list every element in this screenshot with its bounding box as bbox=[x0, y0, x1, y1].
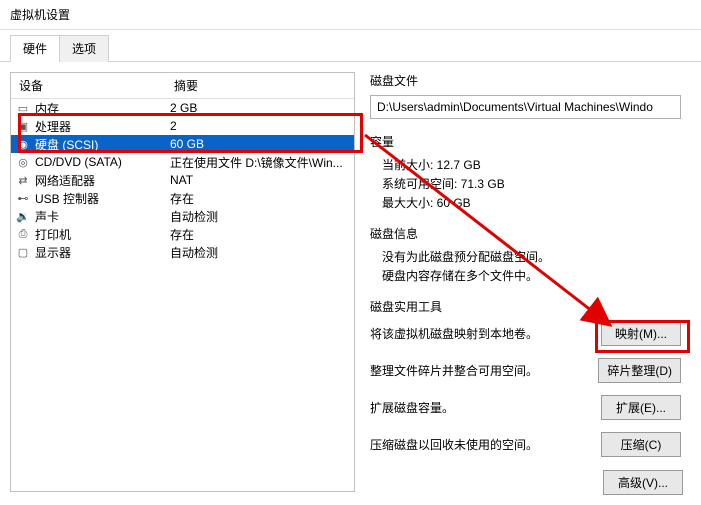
device-row[interactable]: ⎙ 打印机存在 bbox=[11, 225, 354, 243]
device-summary: 存在 bbox=[170, 226, 350, 243]
group-disk-file: 磁盘文件 D:\Users\admin\Documents\Virtual Ma… bbox=[370, 72, 681, 119]
tabs: 硬件 选项 bbox=[0, 30, 701, 62]
device-summary: 自动检测 bbox=[170, 208, 350, 225]
list-header: 设备 摘要 bbox=[11, 73, 354, 99]
defrag-button[interactable]: 碎片整理(D) bbox=[598, 358, 681, 383]
device-name: CD/DVD (SATA) bbox=[35, 155, 170, 169]
capacity-title: 容量 bbox=[370, 133, 681, 150]
window-title: 虚拟机设置 bbox=[0, 0, 701, 30]
cd-icon: ◎ bbox=[15, 156, 31, 169]
device-row[interactable]: ⇄ 网络适配器NAT bbox=[11, 171, 354, 189]
capacity-free: 系统可用空间: 71.3 GB bbox=[382, 175, 681, 192]
device-summary: 存在 bbox=[170, 190, 350, 207]
disk-file-title: 磁盘文件 bbox=[370, 72, 681, 89]
compact-button[interactable]: 压缩(C) bbox=[601, 432, 681, 457]
device-row[interactable]: ▣ 处理器2 bbox=[11, 117, 354, 135]
disk-info-line2: 硬盘内容存储在多个文件中。 bbox=[382, 267, 681, 284]
net-icon: ⇄ bbox=[15, 174, 31, 187]
memory-icon: ▭ bbox=[15, 102, 31, 115]
device-row[interactable]: ▢ 显示器自动检测 bbox=[11, 243, 354, 261]
expand-desc: 扩展磁盘容量。 bbox=[370, 399, 601, 416]
usb-icon: ⊷ bbox=[15, 192, 31, 205]
sound-icon: 🔉 bbox=[15, 210, 31, 223]
disk-info-line1: 没有为此磁盘预分配磁盘空间。 bbox=[382, 248, 681, 265]
map-button[interactable]: 映射(M)... bbox=[601, 321, 681, 346]
device-row[interactable]: ◉ 硬盘 (SCSI)60 GB bbox=[11, 135, 354, 153]
group-disk-info: 磁盘信息 没有为此磁盘预分配磁盘空间。 硬盘内容存储在多个文件中。 bbox=[370, 225, 681, 284]
device-name: 显示器 bbox=[35, 244, 170, 261]
group-capacity: 容量 当前大小: 12.7 GB 系统可用空间: 71.3 GB 最大大小: 6… bbox=[370, 133, 681, 211]
compact-desc: 压缩磁盘以回收未使用的空间。 bbox=[370, 436, 601, 453]
device-list: 设备 摘要 ▭ 内存2 GB ▣ 处理器2 ◉ 硬盘 (SCSI)60 GB ◎ CD/DVD… bbox=[10, 72, 355, 492]
device-summary: NAT bbox=[170, 173, 350, 187]
device-name: 打印机 bbox=[35, 226, 170, 243]
device-row[interactable]: ⊷ USB 控制器存在 bbox=[11, 189, 354, 207]
expand-button[interactable]: 扩展(E)... bbox=[601, 395, 681, 420]
device-name: 声卡 bbox=[35, 208, 170, 225]
device-name: USB 控制器 bbox=[35, 190, 170, 207]
device-name: 处理器 bbox=[35, 118, 170, 135]
printer-icon: ⎙ bbox=[15, 228, 31, 241]
device-name: 硬盘 (SCSI) bbox=[35, 136, 170, 153]
capacity-current: 当前大小: 12.7 GB bbox=[382, 156, 681, 173]
device-summary: 2 GB bbox=[170, 101, 350, 115]
disk-file-path[interactable]: D:\Users\admin\Documents\Virtual Machine… bbox=[370, 95, 681, 119]
cpu-icon: ▣ bbox=[15, 120, 31, 133]
capacity-max: 最大大小: 60 GB bbox=[382, 194, 681, 211]
device-summary: 60 GB bbox=[170, 137, 350, 151]
display-icon: ▢ bbox=[15, 246, 31, 259]
device-summary: 2 bbox=[170, 119, 350, 133]
header-summary: 摘要 bbox=[166, 73, 354, 98]
disk-info-title: 磁盘信息 bbox=[370, 225, 681, 242]
tools-title: 磁盘实用工具 bbox=[370, 298, 681, 315]
device-summary: 正在使用文件 D:\镜像文件\Win... bbox=[170, 154, 350, 171]
header-device: 设备 bbox=[11, 73, 166, 98]
device-name: 内存 bbox=[35, 100, 170, 117]
group-tools: 磁盘实用工具 将该虚拟机磁盘映射到本地卷。 映射(M)... 整理文件碎片并整合… bbox=[370, 298, 681, 457]
advanced-button[interactable]: 高级(V)... bbox=[603, 470, 683, 495]
disk-icon: ◉ bbox=[15, 138, 31, 151]
device-row[interactable]: 🔉 声卡自动检测 bbox=[11, 207, 354, 225]
tab-options[interactable]: 选项 bbox=[59, 35, 109, 62]
device-row[interactable]: ◎ CD/DVD (SATA)正在使用文件 D:\镜像文件\Win... bbox=[11, 153, 354, 171]
device-summary: 自动检测 bbox=[170, 244, 350, 261]
device-name: 网络适配器 bbox=[35, 172, 170, 189]
defrag-desc: 整理文件碎片并整合可用空间。 bbox=[370, 362, 598, 379]
tab-hardware[interactable]: 硬件 bbox=[10, 35, 60, 62]
map-desc: 将该虚拟机磁盘映射到本地卷。 bbox=[370, 325, 601, 342]
device-row[interactable]: ▭ 内存2 GB bbox=[11, 99, 354, 117]
